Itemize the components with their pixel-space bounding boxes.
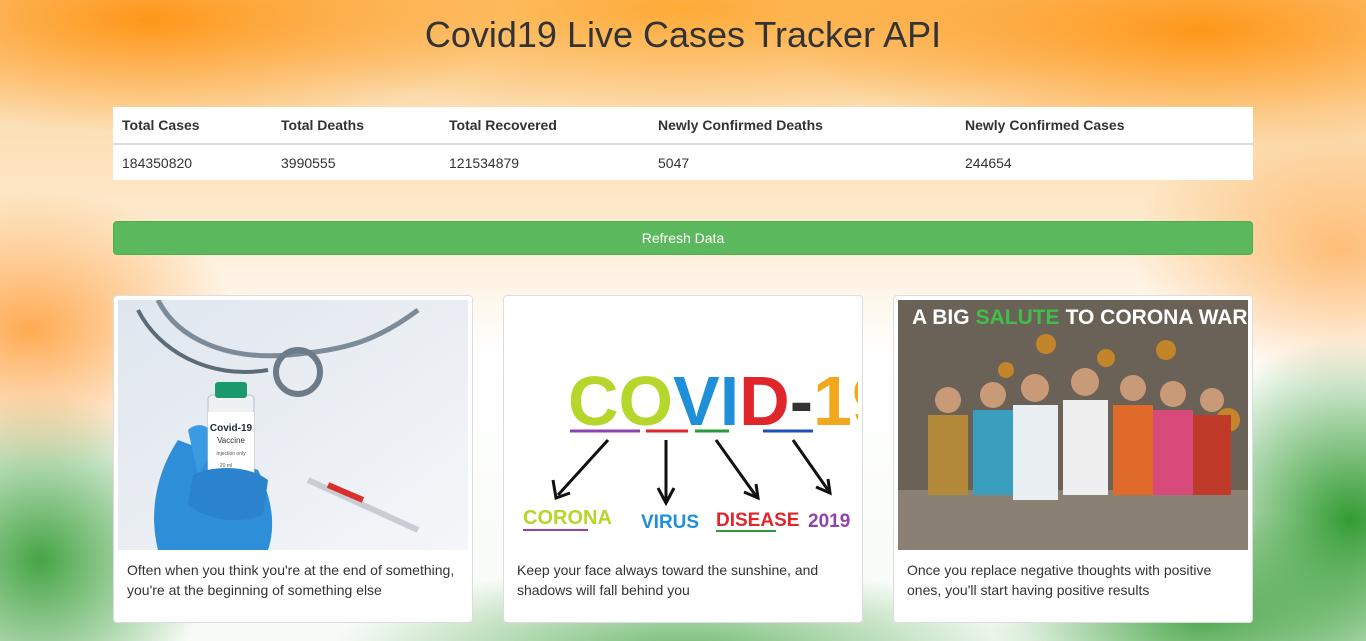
stats-value-row: 184350820 3990555 121534879 5047 244654 xyxy=(113,144,1253,180)
quote-card-corona-warriors: A BIGSALUTETO CORONA WARRIORS Once you r… xyxy=(893,295,1253,623)
quote-card-covid-acronym: COVID-19 CORONA VIRUS DISEASE 2019 Keep … xyxy=(503,295,863,623)
covid-acronym-image: COVID-19 CORONA VIRUS DISEASE 2019 xyxy=(508,300,858,550)
value-total-deaths: 3990555 xyxy=(281,154,336,171)
stats-header-row: Total Cases Total Deaths Total Recovered… xyxy=(113,107,1253,145)
card-caption: Keep your face always toward the sunshin… xyxy=(517,562,819,598)
vaccine-sub2: Injection only xyxy=(216,451,246,457)
value-total-cases: 184350820 xyxy=(122,154,193,171)
card-caption: Often when you think you're at the end o… xyxy=(127,562,455,598)
word-disease: DISEASE xyxy=(716,510,799,531)
stats-table: Total Cases Total Deaths Total Recovered… xyxy=(113,107,1253,180)
vaccine-sub1: Vaccine xyxy=(217,436,245,445)
header-new-deaths: Newly Confirmed Deaths xyxy=(649,107,956,145)
word-corona: CORONA xyxy=(523,507,612,529)
page-title: Covid19 Live Cases Tracker API xyxy=(424,14,942,55)
card-caption: Once you replace negative thoughts with … xyxy=(907,562,1212,598)
word-2019: 2019 xyxy=(808,511,850,532)
word-virus: VIRUS xyxy=(641,512,699,533)
value-total-recovered: 121534879 xyxy=(449,154,520,171)
value-new-cases: 244654 xyxy=(965,154,1012,171)
vaccine-image: Covid-19 Vaccine Injection only 20 ml xyxy=(118,300,468,550)
header-total-cases: Total Cases xyxy=(113,107,272,145)
covid-19-word: COVID-19 xyxy=(568,362,858,440)
corona-warriors-image: A BIGSALUTETO CORONA WARRIORS xyxy=(898,300,1248,550)
header-new-cases: Newly Confirmed Cases xyxy=(956,107,1253,145)
value-new-deaths: 5047 xyxy=(658,154,690,171)
header-total-recovered: Total Recovered xyxy=(440,107,649,145)
vaccine-label: Covid-19 xyxy=(210,423,253,434)
header-total-deaths: Total Deaths xyxy=(272,107,440,145)
quote-card-vaccine: Covid-19 Vaccine Injection only 20 ml Of… xyxy=(113,295,473,623)
banner-text: A BIGSALUTETO CORONA WARRIORS xyxy=(912,306,1248,329)
refresh-data-button[interactable]: Refresh Data xyxy=(113,221,1253,255)
